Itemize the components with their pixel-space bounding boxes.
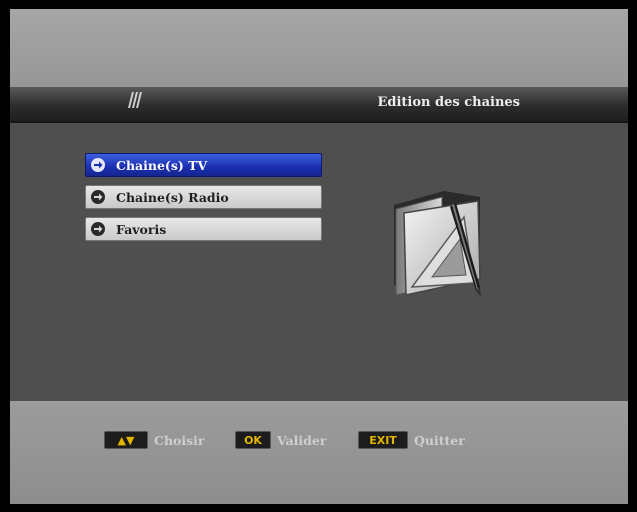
page-title: Edition des chaines: [377, 95, 520, 110]
tv-screen: Edition des chaines Chaine(s) TV Chaine(…: [10, 9, 628, 504]
hint-label: Quitter: [414, 432, 465, 448]
arrow-right-icon: [91, 158, 105, 172]
channel-edit-menu: Chaine(s) TV Chaine(s) Radio Favoris: [85, 153, 322, 249]
menu-item-radio-channels[interactable]: Chaine(s) Radio: [85, 185, 322, 209]
header-bar: Edition des chaines: [10, 87, 628, 123]
up-down-key-icon: ▲▼: [104, 431, 148, 449]
exit-key-icon: EXIT: [358, 431, 408, 449]
hint-choose: ▲▼ Choisir: [104, 430, 205, 450]
menu-item-favorites[interactable]: Favoris: [85, 217, 322, 241]
folder-ruler-pen-icon: [394, 191, 481, 297]
ok-key-icon: OK: [235, 431, 271, 449]
hint-validate: OK Valider: [235, 430, 326, 450]
main-panel: Chaine(s) TV Chaine(s) Radio Favoris: [10, 123, 628, 401]
hint-quit: EXIT Quitter: [358, 430, 465, 450]
arrow-right-icon: [91, 222, 105, 236]
menu-item-label: Chaine(s) Radio: [116, 190, 229, 205]
footer-bar: ▲▼ Choisir OK Valider EXIT Quitter: [10, 401, 628, 504]
menu-item-label: Favoris: [116, 222, 167, 237]
arrow-right-icon: [91, 190, 105, 204]
hint-label: Valider: [277, 432, 327, 448]
logo-stripes-icon: [128, 92, 142, 108]
top-band: [10, 9, 628, 87]
menu-item-tv-channels[interactable]: Chaine(s) TV: [85, 153, 322, 177]
hint-label: Choisir: [154, 432, 205, 448]
menu-item-label: Chaine(s) TV: [116, 158, 208, 173]
